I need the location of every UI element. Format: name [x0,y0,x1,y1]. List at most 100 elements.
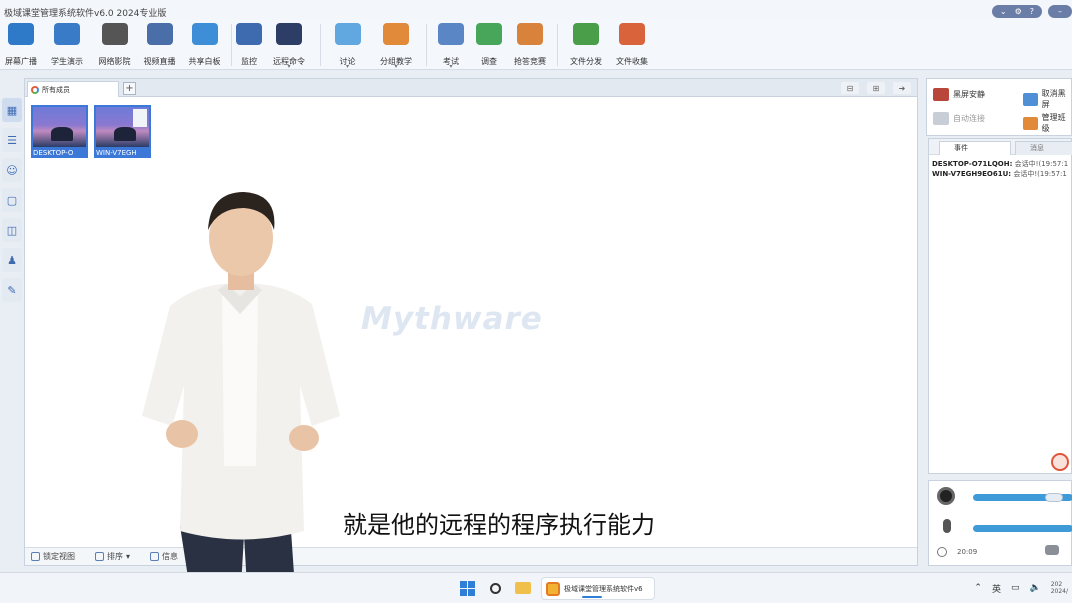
tab-bar: 所有成员 + ⊟ ⊞ ➜ [25,79,917,97]
remote-command-icon [276,23,302,45]
active-app-label: 极域课堂管理系统软件v6 [564,584,643,593]
tab-events[interactable]: 事件 [939,141,1011,155]
zoom-in-icon[interactable]: ⊞ [867,82,885,94]
student-tile[interactable]: DESKTOP-O [31,105,88,158]
film-reel-icon [101,23,128,45]
toolbar-item[interactable]: 共享白板 [182,20,227,70]
lock-view-icon [31,552,40,561]
toolbar-item[interactable]: 远程命令 ▾ [262,20,316,70]
lock-view-button[interactable]: 锁定视图 [31,551,75,562]
volume-handle[interactable] [1045,493,1063,502]
system-tray: ⌃ 英 ▭ 🔈 202 2024/ [974,581,1068,595]
mic-volume-slider[interactable] [973,525,1072,532]
edit-view-icon[interactable]: ✎ [2,278,22,302]
all-members-icon [31,85,39,94]
event-text: 会话中!(19:57:1 [1013,170,1067,178]
collapse-icon[interactable]: ⌄ [1000,7,1007,16]
clock-date[interactable]: 202 2024/ [1051,581,1068,595]
toolbar-item-label: 调查 [481,57,497,66]
toolbar-item[interactable]: 考试 ▾ [431,20,471,70]
screen-view-icon[interactable]: ◫ [2,218,22,242]
zoom-out-icon[interactable]: ⊟ [841,82,859,94]
page-view-icon[interactable]: ▢ [2,188,22,212]
user-view-icon[interactable]: ☺ [2,158,22,182]
toolbar-item[interactable]: 讨论 ▾ [325,20,370,70]
whiteboard-icon [191,23,218,45]
group-teaching-icon [383,23,409,45]
taskbar-active-app[interactable]: 极域课堂管理系统软件v6 [541,577,655,600]
toolbar-item[interactable]: 文件收集 [610,20,654,70]
forbid-icon[interactable] [1051,453,1069,471]
search-icon [489,582,501,594]
presenter-figure [142,192,340,603]
toolbar-item[interactable]: 监控 [236,20,262,70]
dropdown-caret-icon[interactable]: ▾ [287,63,290,70]
toolbar-item-label: 学生演示 [51,57,83,66]
quick-actions-panel: 黑屏安静 取消黑屏 自动连接 管理班级 [926,78,1072,136]
cancel-screen-button[interactable]: 取消黑屏 [1023,88,1071,110]
screen-lock-button[interactable]: 黑屏安静 [933,88,985,101]
toolbar-item-label: 文件收集 [616,57,648,66]
toolbar-item[interactable]: 视频直播 [137,20,182,70]
student-tile[interactable]: WIN-V7EGH [94,105,151,158]
speaker-knob-icon[interactable] [937,487,955,505]
toolbar-separator [231,24,232,66]
file-distribute-icon [573,23,599,45]
help-icon[interactable]: ? [1030,7,1034,16]
dropdown-caret-icon[interactable]: ▾ [394,63,397,70]
toolbar-item[interactable]: 屏幕广播 [0,20,42,70]
student-name: DESKTOP-O [31,149,88,158]
speaker-icon[interactable]: 🔈 [1029,583,1040,593]
quiz-contest-icon [517,23,543,45]
chevron-up-icon[interactable]: ⌃ [974,583,982,593]
windows-logo-icon [459,580,475,596]
timer: 20:09 [937,547,977,557]
tab-all-members[interactable]: 所有成员 [27,81,119,97]
toolbar-item[interactable]: 学生演示 [42,20,92,70]
users-icon[interactable] [1045,545,1059,555]
view-rail: ▦ ☰ ☺ ▢ ◫ ♟ ✎ [0,98,24,308]
taskbar-search-button[interactable] [485,579,505,597]
event-log: DESKTOP-O71LQOH: 会话中!(19:57:1 WIN-V7EGH9… [932,159,1068,179]
group-view-icon[interactable]: ♟ [2,248,22,272]
exam-icon [438,23,464,45]
toolbar-item[interactable]: 文件分发 [562,20,610,70]
audio-panel: 20:09 [928,480,1072,566]
start-button[interactable] [457,579,477,597]
toolbar-item-label: 网络影院 [98,57,131,66]
ime-indicator[interactable]: 英 [992,582,1001,595]
manage-class-icon [1023,116,1038,130]
microphone-icon[interactable] [943,519,951,533]
settings-icon[interactable]: ⚙ [1015,7,1022,16]
dropdown-caret-icon[interactable]: ▾ [346,63,349,70]
auto-connect-button[interactable]: 自动连接 [933,112,985,125]
cancel-screen-label: 取消黑屏 [1041,89,1066,109]
tab-messages[interactable]: 消息 [1015,141,1072,155]
date-top: 202 [1050,581,1063,588]
add-tab-button[interactable]: + [123,82,136,95]
file-explorer-button[interactable] [513,579,533,597]
manage-button[interactable]: 管理班级 [1023,112,1071,134]
toolbar-item[interactable]: 网络影院 [92,20,137,70]
file-collect-icon [619,23,645,45]
network-icon[interactable]: ▭ [1011,583,1020,593]
sort-button[interactable]: 排序 ▾ [95,551,130,562]
event-host: DESKTOP-O71LQOH: [932,160,1013,168]
student-screen-thumbnail[interactable] [31,105,88,149]
dropdown-caret-icon[interactable]: ▾ [449,63,452,70]
list-view-icon[interactable]: ☰ [2,128,22,152]
os-taskbar: 极域课堂管理系统软件v6 ⌃ 英 ▭ 🔈 202 2024/ [0,572,1072,603]
thumbnail-view-icon[interactable]: ▦ [2,98,22,122]
window-controls: ⌄ ⚙ ? – [991,5,1072,18]
toolbar-item-label: 监控 [241,57,257,66]
auto-connect-icon [933,112,949,125]
toolbar-item[interactable]: 分组教学 ▾ [370,20,422,70]
window-menu-group[interactable]: ⌄ ⚙ ? [991,5,1042,18]
toolbar-item-label: 文件分发 [570,57,602,66]
student-screen-thumbnail[interactable] [94,105,151,149]
mythware-watermark: Mythware [361,301,543,337]
next-arrow-icon[interactable]: ➜ [893,82,911,94]
minimize-button[interactable]: – [1048,5,1072,18]
toolbar-item[interactable]: 调查 [471,20,507,70]
toolbar-item[interactable]: 抢答竞赛 [507,20,553,70]
